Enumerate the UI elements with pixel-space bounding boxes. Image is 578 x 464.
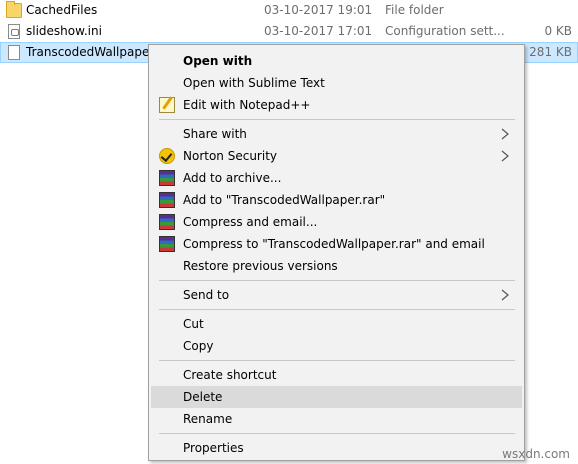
menu-item-compress-rar-email[interactable]: Compress to "TranscodedWallpaper.rar" an… [151, 233, 522, 255]
file-date: 03-10-2017 17:01 [264, 24, 373, 38]
menu-item-label: Restore previous versions [183, 259, 338, 273]
menu-item-label: Add to archive... [183, 171, 282, 185]
menu-item-open-with-sublime[interactable]: Open with Sublime Text [151, 72, 522, 94]
chevron-right-icon [501, 289, 509, 301]
menu-item-cut[interactable]: Cut [151, 313, 522, 335]
winrar-icon [159, 170, 175, 186]
notepad-plus-plus-icon [159, 97, 175, 113]
menu-item-rename[interactable]: Rename [151, 408, 522, 430]
menu-item-compress-email[interactable]: Compress and email... [151, 211, 522, 233]
folder-icon [6, 1, 22, 18]
menu-item-label: Share with [183, 127, 247, 141]
file-type: Configuration sett... [385, 24, 505, 38]
file-type: File folder [385, 3, 444, 17]
winrar-icon [159, 192, 175, 208]
menu-item-label: Rename [183, 412, 233, 426]
menu-item-add-to-archive[interactable]: Add to archive... [151, 167, 522, 189]
file-row-slideshow-ini[interactable]: slideshow.ini 03-10-2017 17:01 Configura… [0, 21, 578, 42]
menu-separator [159, 360, 515, 361]
file-icon [8, 45, 20, 60]
chevron-right-icon [501, 128, 509, 140]
menu-item-label: Norton Security [183, 149, 277, 163]
menu-item-open-with[interactable]: Open with [151, 50, 522, 72]
menu-item-restore-previous[interactable]: Restore previous versions [151, 255, 522, 277]
file-name: TranscodedWallpaper [26, 45, 155, 59]
menu-separator [159, 280, 515, 281]
menu-item-label: Add to "TranscodedWallpaper.rar" [183, 193, 386, 207]
winrar-icon [159, 214, 175, 230]
menu-item-label: Edit with Notepad++ [183, 98, 311, 112]
menu-item-label: Send to [183, 288, 230, 302]
menu-item-delete[interactable]: Delete [151, 386, 522, 408]
file-size: 0 KB [544, 24, 572, 38]
chevron-right-icon [501, 150, 509, 162]
menu-item-send-to[interactable]: Send to [151, 284, 522, 306]
file-date: 03-10-2017 19:01 [264, 3, 373, 17]
menu-separator [159, 119, 515, 120]
menu-separator [159, 433, 515, 434]
watermark: wsxdn.com [502, 447, 570, 461]
menu-item-label: Copy [183, 339, 214, 353]
menu-item-add-to-rar[interactable]: Add to "TranscodedWallpaper.rar" [151, 189, 522, 211]
file-name: slideshow.ini [26, 24, 102, 38]
menu-item-properties[interactable]: Properties [151, 437, 522, 459]
context-menu: Open with Open with Sublime Text Edit wi… [148, 44, 525, 461]
winrar-icon [159, 236, 175, 252]
menu-item-label: Open with Sublime Text [183, 76, 325, 90]
menu-item-label: Cut [183, 317, 204, 331]
menu-item-label: Properties [183, 441, 244, 455]
menu-item-label: Create shortcut [183, 368, 277, 382]
menu-item-label: Compress and email... [183, 215, 318, 229]
file-row-cachedfiles[interactable]: CachedFiles 03-10-2017 19:01 File folder [0, 0, 578, 21]
norton-icon [159, 148, 175, 164]
menu-item-edit-notepad[interactable]: Edit with Notepad++ [151, 94, 522, 116]
menu-item-share-with[interactable]: Share with [151, 123, 522, 145]
file-name: CachedFiles [26, 3, 98, 17]
file-size: 281 KB [529, 45, 572, 59]
menu-item-norton-security[interactable]: Norton Security [151, 145, 522, 167]
menu-separator [159, 309, 515, 310]
menu-item-copy[interactable]: Copy [151, 335, 522, 357]
menu-item-label: Open with [183, 54, 253, 68]
menu-item-create-shortcut[interactable]: Create shortcut [151, 364, 522, 386]
ini-file-icon [8, 24, 20, 39]
menu-item-label: Delete [183, 390, 223, 404]
menu-item-label: Compress to "TranscodedWallpaper.rar" an… [183, 237, 485, 251]
